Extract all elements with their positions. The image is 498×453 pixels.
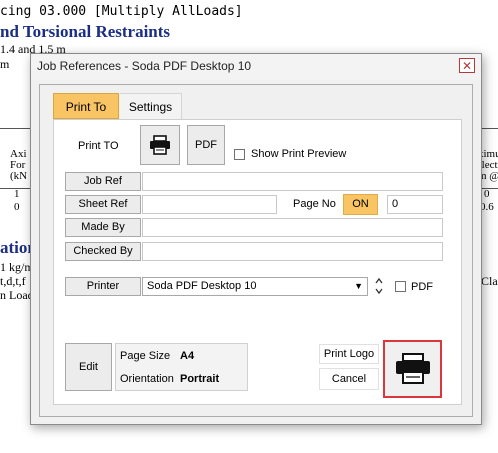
bg-table-cell: (kN — [10, 170, 28, 182]
printer-pdf-label: PDF — [411, 281, 433, 293]
orientation-label: Orientation — [120, 373, 174, 385]
chevron-down-icon: ▼ — [354, 281, 363, 291]
bg-load-case-line: cing 03.000 [Multiply AllLoads] — [0, 4, 243, 19]
page-no-label: Page No — [293, 198, 336, 210]
printer-pdf-checkbox[interactable] — [395, 281, 406, 292]
bg-section-heading: nd Torsional Restraints — [0, 22, 171, 41]
spin-arrows-icon[interactable] — [374, 275, 384, 297]
job-ref-button[interactable]: Job Ref — [65, 172, 141, 191]
dialog-client-area: Print To Settings Print TO PDF Show Prin… — [39, 84, 473, 417]
close-icon: ✕ — [461, 59, 473, 73]
cancel-button[interactable]: Cancel — [319, 368, 379, 390]
bg-table-cell: 0.6 — [480, 201, 494, 213]
printer-icon — [150, 135, 170, 155]
show-preview-checkbox[interactable] — [234, 149, 245, 160]
page-setup-info: Page Size A4 Orientation Portrait — [115, 343, 248, 391]
sheet-ref-button[interactable]: Sheet Ref — [65, 195, 141, 214]
bg-table-cell: 0 — [484, 188, 490, 200]
print-to-printer-button[interactable] — [140, 125, 180, 165]
printer-icon — [396, 353, 430, 384]
edit-button[interactable]: Edit — [65, 343, 112, 391]
job-ref-field[interactable] — [142, 172, 443, 191]
tab-settings[interactable]: Settings — [120, 93, 182, 119]
print-to-label: Print TO — [78, 140, 119, 152]
page-no-field[interactable]: 0 — [387, 195, 443, 214]
printer-select-value: Soda PDF Desktop 10 — [147, 280, 257, 292]
print-button[interactable] — [383, 340, 442, 398]
print-logo-button[interactable]: Print Logo — [319, 344, 379, 364]
print-to-panel: Print TO PDF Show Print Preview Job Ref … — [53, 119, 462, 405]
checked-by-button[interactable]: Checked By — [65, 242, 141, 261]
bg-text-line: n Load — [0, 288, 34, 302]
bg-text-line: t,d,t,f — [0, 274, 26, 288]
dialog-title: Job References - Soda PDF Desktop 10 — [37, 59, 252, 73]
print-to-pdf-button[interactable]: PDF — [187, 125, 225, 165]
job-references-dialog: Job References - Soda PDF Desktop 10 ✕ P… — [30, 53, 482, 425]
bg-table-cell: 1 — [14, 188, 20, 200]
close-button[interactable]: ✕ — [459, 58, 475, 73]
page-size-value: A4 — [180, 350, 195, 362]
tab-print-to[interactable]: Print To — [53, 93, 119, 119]
bg-table-cell: 0 — [14, 201, 20, 213]
printer-select[interactable]: Soda PDF Desktop 10 ▼ — [142, 277, 368, 296]
made-by-field[interactable] — [142, 218, 443, 237]
checked-by-field[interactable] — [142, 242, 443, 261]
show-preview-label: Show Print Preview — [251, 148, 347, 160]
orientation-value: Portrait — [180, 373, 220, 385]
dialog-titlebar[interactable]: Job References - Soda PDF Desktop 10 ✕ — [31, 54, 481, 80]
page-size-label: Page Size — [120, 350, 171, 362]
made-by-button[interactable]: Made By — [65, 218, 141, 237]
bg-text-line: m — [0, 57, 10, 71]
bg-text-line: Clas — [481, 274, 498, 288]
printer-button[interactable]: Printer — [65, 277, 141, 296]
page-no-toggle[interactable]: ON — [343, 194, 378, 215]
bg-text-line: 1 kg/m — [0, 260, 34, 274]
sheet-ref-field[interactable] — [142, 195, 277, 214]
